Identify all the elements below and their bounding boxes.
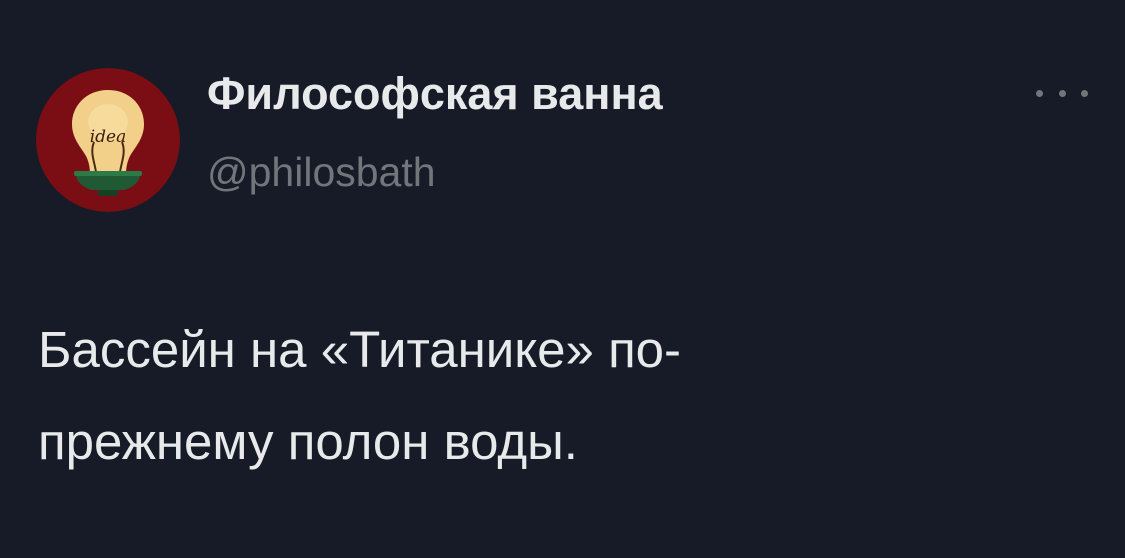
author-display-name[interactable]: Философская ванна — [207, 66, 663, 122]
lightbulb-idea-icon: idea — [36, 68, 180, 212]
author-handle[interactable]: @philosbath — [207, 146, 436, 198]
avatar-idea-text: idea — [90, 127, 127, 147]
tweet-card: idea Философская ванна @philosbath Бассе… — [0, 0, 1125, 558]
avatar[interactable]: idea — [36, 68, 180, 212]
more-dots-icon[interactable] — [1036, 78, 1088, 108]
tweet-text-line: Бассейн на «Титанике» по- — [38, 321, 682, 378]
tweet-text-line: прежнему полон воды. — [38, 413, 578, 470]
tweet-text: Бассейн на «Титанике» по- прежнему полон… — [38, 304, 1038, 488]
